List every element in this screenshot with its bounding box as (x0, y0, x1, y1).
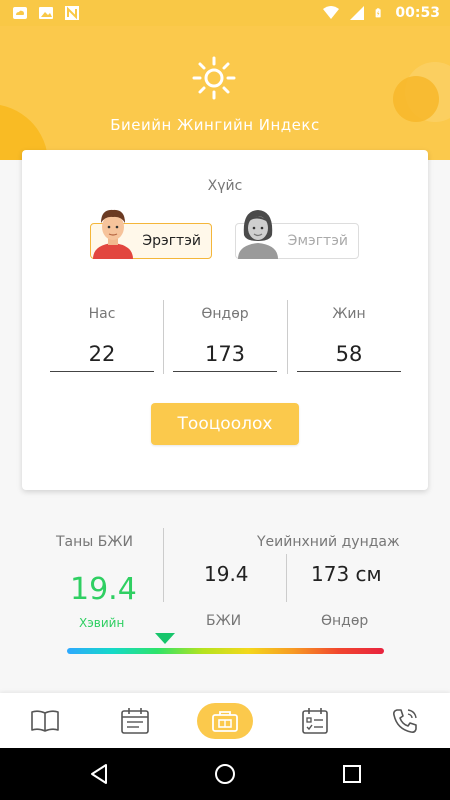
gender-female-button[interactable]: Эмэгтэй (235, 210, 359, 259)
status-bar: 00:53 (0, 0, 450, 26)
age-label: Нас (88, 306, 116, 322)
bmi-status: Хэвийн (79, 616, 125, 630)
nav-checklist[interactable] (295, 703, 335, 739)
android-nav-bar (0, 748, 450, 800)
peer-average-title: Үеийнхний дундаж (257, 534, 400, 550)
bottom-nav (0, 693, 450, 748)
nav-book[interactable] (25, 703, 65, 739)
peer-average-height: 173 см (311, 562, 382, 586)
header: Биеийн Жингийн Индекс (0, 26, 450, 160)
calculator-icon (212, 711, 238, 732)
measurement-fields: Нас 22 Өндөр 173 Жин 58 (22, 300, 428, 380)
male-avatar-icon (93, 209, 133, 259)
book-icon (31, 710, 59, 732)
nav-calendar[interactable] (115, 703, 155, 739)
gender-title: Хүйс (207, 178, 243, 194)
result-divider (163, 528, 164, 602)
your-bmi-title: Таны БЖИ (56, 534, 133, 550)
calendar-icon (121, 708, 149, 734)
bmi-form-card: Хүйс Эрэгтэй Эмэгтэй Нас 22 Өндөр 173 Жи… (22, 150, 428, 490)
bmi-gauge-marker (155, 633, 176, 644)
battery-charging-icon (376, 8, 382, 18)
weight-input[interactable]: 58 (297, 336, 401, 372)
image-notification-icon (39, 7, 53, 19)
recents-icon[interactable] (340, 762, 364, 786)
checklist-icon (302, 708, 328, 734)
calculate-button[interactable]: Тооцоолох (151, 403, 299, 445)
age-field: Нас 22 (40, 300, 164, 380)
height-label: Өндөр (201, 306, 249, 322)
bmi-gauge-bar (67, 648, 384, 654)
result-divider (286, 554, 287, 602)
system-icons: 00:53 (323, 5, 440, 21)
height-input[interactable]: 173 (173, 336, 277, 372)
weight-label: Жин (332, 306, 366, 322)
phone-icon (393, 709, 417, 733)
peer-average-height-label: Өндөр (321, 613, 369, 629)
back-icon[interactable] (87, 762, 111, 786)
cloud-notification-icon (13, 7, 27, 19)
app-title: Биеийн Жингийн Индекс (110, 116, 320, 134)
wifi-icon (323, 6, 340, 19)
weight-field: Жин 58 (287, 300, 411, 380)
home-icon[interactable] (213, 762, 237, 786)
sun-icon (192, 56, 236, 100)
n-notification-icon (65, 6, 79, 20)
age-input[interactable]: 22 (50, 336, 154, 372)
gender-male-button[interactable]: Эрэгтэй (90, 209, 212, 259)
female-avatar-icon (238, 210, 278, 259)
notification-icons (12, 5, 80, 21)
your-bmi-value: 19.4 (70, 572, 137, 607)
nav-calculator[interactable] (197, 703, 253, 739)
gender-female-label: Эмэгтэй (287, 233, 348, 249)
peer-average-bmi: 19.4 (204, 562, 249, 586)
cell-signal-icon (350, 6, 365, 20)
gender-male-label: Эрэгтэй (142, 233, 201, 249)
height-field: Өндөр 173 (163, 300, 287, 380)
bmi-results: Таны БЖИ 19.4 Хэвийн Үеийнхний дундаж 19… (0, 520, 450, 660)
nav-phone[interactable] (385, 703, 425, 739)
clock: 00:53 (395, 5, 440, 21)
peer-average-bmi-label: БЖИ (206, 613, 242, 629)
